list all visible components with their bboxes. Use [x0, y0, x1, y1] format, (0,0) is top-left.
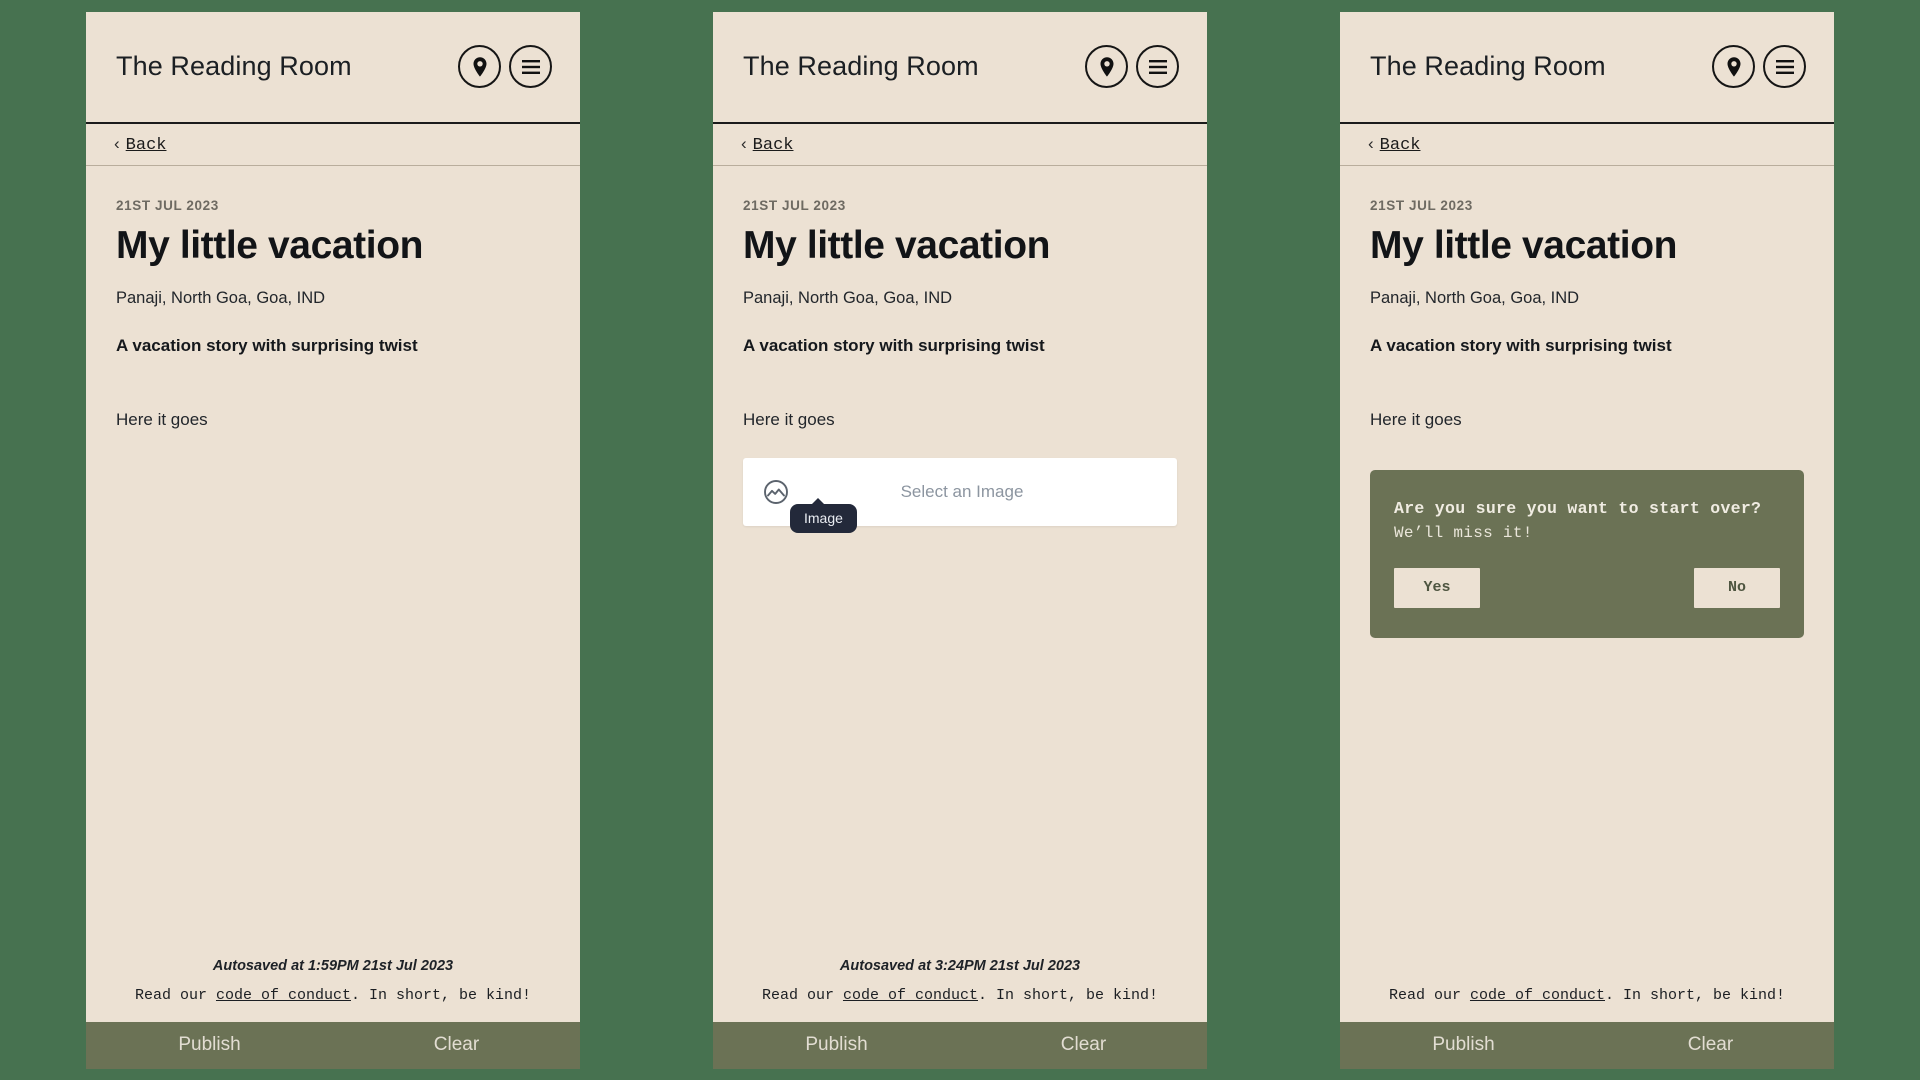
back-label: Back	[1379, 135, 1421, 155]
conduct-prefix: Read our	[134, 986, 216, 1004]
confirm-no-button[interactable]: No	[1694, 567, 1780, 608]
image-picker[interactable]: Select an Image Image	[743, 458, 1177, 534]
publish-button[interactable]: Publish	[86, 1022, 333, 1069]
post-content: 21ST JUL 2023 My little vacation Panaji,…	[713, 166, 1207, 958]
post-content: 21ST JUL 2023 My little vacation Panaji,…	[86, 166, 580, 958]
back-link[interactable]: ‹ Back	[114, 134, 166, 155]
conduct-suffix: . In short, be kind!	[351, 986, 532, 1004]
code-of-conduct-note: Read our code of conduct. In short, be k…	[86, 987, 580, 1004]
confirm-dialog-subtitle: We’ll miss it!	[1394, 523, 1533, 542]
clear-button[interactable]: Clear	[960, 1022, 1207, 1069]
code-of-conduct-note: Read our code of conduct. In short, be k…	[1340, 987, 1834, 1004]
publish-button[interactable]: Publish	[1340, 1022, 1587, 1069]
conduct-prefix: Read our	[761, 986, 843, 1004]
header-icon-group	[1085, 45, 1179, 88]
footer-notes: Autosaved at 1:59PM 21st Jul 2023 Read o…	[86, 958, 580, 1022]
action-bar: Publish Clear	[1340, 1021, 1834, 1069]
confirm-yes-button[interactable]: Yes	[1394, 567, 1480, 608]
chevron-left-icon: ‹	[114, 133, 120, 153]
action-bar: Publish Clear	[86, 1021, 580, 1069]
post-subtitle: A vacation story with surprising twist	[1370, 336, 1672, 356]
image-placeholder-icon	[763, 479, 789, 505]
post-location: Panaji, North Goa, Goa, IND	[1370, 289, 1580, 308]
conduct-suffix: . In short, be kind!	[1605, 986, 1786, 1004]
location-pin-icon[interactable]	[1085, 45, 1128, 88]
autosave-status: Autosaved at 1:59PM 21st Jul 2023	[212, 957, 454, 974]
post-subtitle: A vacation story with surprising twist	[116, 336, 418, 356]
post-title: My little vacation	[1370, 223, 1678, 267]
action-bar: Publish Clear	[713, 1021, 1207, 1069]
publish-button[interactable]: Publish	[713, 1022, 960, 1069]
post-title: My little vacation	[116, 223, 424, 267]
phone-panel-editor-confirm-clear: The Reading Room ‹ Back 21ST JUL 2023 My…	[1340, 11, 1834, 1069]
location-pin-icon[interactable]	[1712, 45, 1755, 88]
back-bar: ‹ Back	[713, 124, 1207, 166]
footer-notes: Read our code of conduct. In short, be k…	[1340, 958, 1834, 1022]
confirm-dialog-title: Are you sure you want to start over?	[1394, 499, 1762, 519]
chevron-left-icon: ‹	[741, 133, 747, 153]
app-header: The Reading Room	[713, 12, 1207, 124]
phone-panel-editor-image-picker: The Reading Room ‹ Back 21ST JUL 2023 My…	[713, 11, 1207, 1069]
post-subtitle: A vacation story with surprising twist	[743, 336, 1045, 356]
back-label: Back	[125, 135, 167, 155]
post-title: My little vacation	[743, 223, 1051, 267]
code-of-conduct-link[interactable]: code of conduct	[1470, 987, 1605, 1004]
clear-button[interactable]: Clear	[333, 1022, 580, 1069]
conduct-suffix: . In short, be kind!	[978, 986, 1159, 1004]
back-label: Back	[752, 135, 794, 155]
app-title: The Reading Room	[1370, 51, 1606, 81]
clear-button[interactable]: Clear	[1587, 1022, 1834, 1069]
header-icon-group	[1712, 45, 1806, 88]
code-of-conduct-note: Read our code of conduct. In short, be k…	[713, 987, 1207, 1004]
app-header: The Reading Room	[1340, 12, 1834, 124]
app-title: The Reading Room	[116, 51, 352, 81]
code-of-conduct-link[interactable]: code of conduct	[216, 987, 351, 1004]
post-date: 21ST JUL 2023	[1370, 197, 1473, 213]
post-body: Here it goes	[1370, 410, 1462, 430]
post-date: 21ST JUL 2023	[116, 197, 219, 213]
header-icon-group	[458, 45, 552, 88]
hamburger-menu-icon[interactable]	[1763, 45, 1806, 88]
back-link[interactable]: ‹ Back	[1368, 134, 1420, 155]
footer-notes: Autosaved at 3:24PM 21st Jul 2023 Read o…	[713, 958, 1207, 1022]
autosave-status: Autosaved at 3:24PM 21st Jul 2023	[839, 957, 1081, 974]
location-pin-icon[interactable]	[458, 45, 501, 88]
post-content: 21ST JUL 2023 My little vacation Panaji,…	[1340, 166, 1834, 958]
hamburger-menu-icon[interactable]	[509, 45, 552, 88]
image-picker-label: Select an Image	[900, 482, 1024, 502]
post-body: Here it goes	[743, 410, 835, 430]
post-date: 21ST JUL 2023	[743, 197, 846, 213]
chevron-left-icon: ‹	[1368, 133, 1374, 153]
code-of-conduct-link[interactable]: code of conduct	[843, 987, 978, 1004]
post-body: Here it goes	[116, 410, 208, 430]
back-link[interactable]: ‹ Back	[741, 134, 793, 155]
confirm-dialog-actions: Yes No	[1394, 567, 1780, 608]
app-title: The Reading Room	[743, 51, 979, 81]
image-tooltip: Image	[790, 498, 857, 534]
conduct-prefix: Read our	[1388, 986, 1470, 1004]
phone-panel-editor-default: The Reading Room ‹ Back 21ST JUL 2023 My…	[86, 11, 580, 1069]
hamburger-menu-icon[interactable]	[1136, 45, 1179, 88]
app-header: The Reading Room	[86, 12, 580, 124]
back-bar: ‹ Back	[1340, 124, 1834, 166]
back-bar: ‹ Back	[86, 124, 580, 166]
post-location: Panaji, North Goa, Goa, IND	[743, 289, 953, 308]
confirm-clear-dialog: Are you sure you want to start over? We’…	[1370, 470, 1804, 638]
post-location: Panaji, North Goa, Goa, IND	[116, 289, 326, 308]
